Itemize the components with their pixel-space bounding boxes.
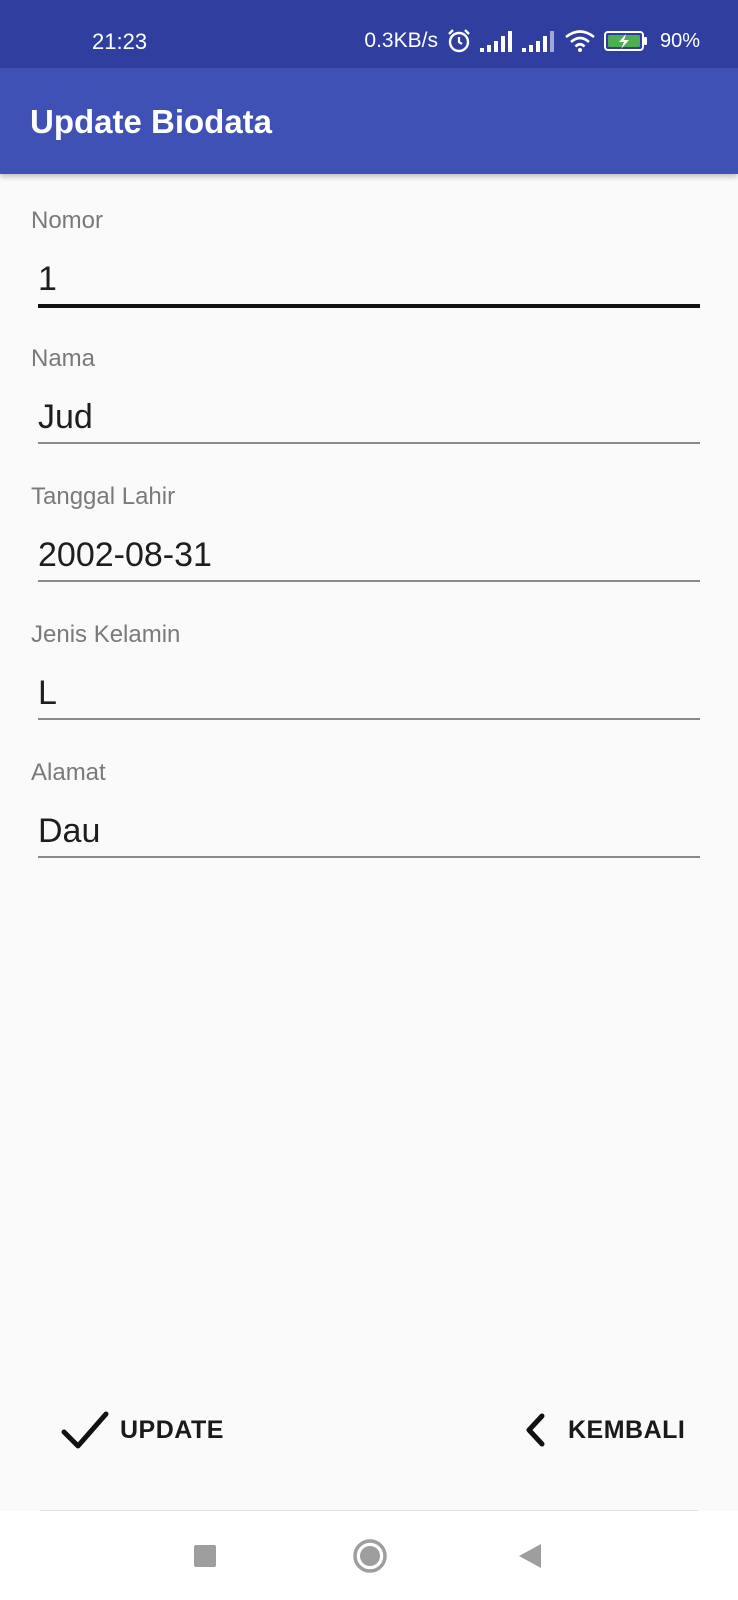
- field-alamat: Alamat: [0, 758, 738, 888]
- battery-charging-icon: [603, 30, 650, 52]
- field-tanggal-lahir: Tanggal Lahir: [0, 482, 738, 612]
- update-label: UPDATE: [120, 1415, 224, 1444]
- status-time: 21:23: [92, 29, 148, 54]
- signal-icon: [479, 30, 514, 52]
- chevron-left-icon: [524, 1412, 546, 1448]
- field-label: Nama: [31, 345, 96, 372]
- wifi-icon: [564, 29, 596, 53]
- status-icons: 0.3KB/s 90%: [364, 26, 700, 56]
- field-nama: Nama: [0, 344, 738, 474]
- app-bar: Update Biodata: [0, 68, 738, 174]
- field-nomor: Nomor: [0, 206, 738, 336]
- alarm-icon: [446, 28, 472, 54]
- home-icon[interactable]: [345, 1531, 395, 1581]
- nomor-input[interactable]: [38, 254, 700, 308]
- check-icon: [60, 1408, 110, 1452]
- status-bar: 21:23 0.3KB/s 90%: [0, 0, 738, 68]
- kembali-label: KEMBALI: [568, 1415, 686, 1444]
- back-icon[interactable]: [505, 1531, 555, 1581]
- update-button[interactable]: UPDATE: [60, 1400, 224, 1460]
- field-label: Nomor: [31, 207, 104, 234]
- alamat-input[interactable]: [38, 806, 700, 858]
- nav-bar: [0, 1511, 738, 1600]
- field-jenis-kelamin: Jenis Kelamin: [0, 620, 738, 750]
- field-label: Tanggal Lahir: [31, 483, 176, 510]
- signal-icon: [521, 30, 556, 52]
- battery-percent: 90%: [659, 30, 700, 52]
- jenis-kelamin-input[interactable]: [38, 668, 700, 720]
- nama-input[interactable]: [38, 392, 700, 444]
- page-title: Update Biodata: [30, 103, 273, 140]
- field-label: Jenis Kelamin: [31, 621, 181, 648]
- field-label: Alamat: [31, 759, 106, 786]
- network-speed: 0.3KB/s: [364, 29, 438, 52]
- kembali-button[interactable]: KEMBALI: [524, 1400, 685, 1460]
- tanggal-lahir-input[interactable]: [38, 530, 700, 582]
- recent-apps-icon[interactable]: [180, 1531, 230, 1581]
